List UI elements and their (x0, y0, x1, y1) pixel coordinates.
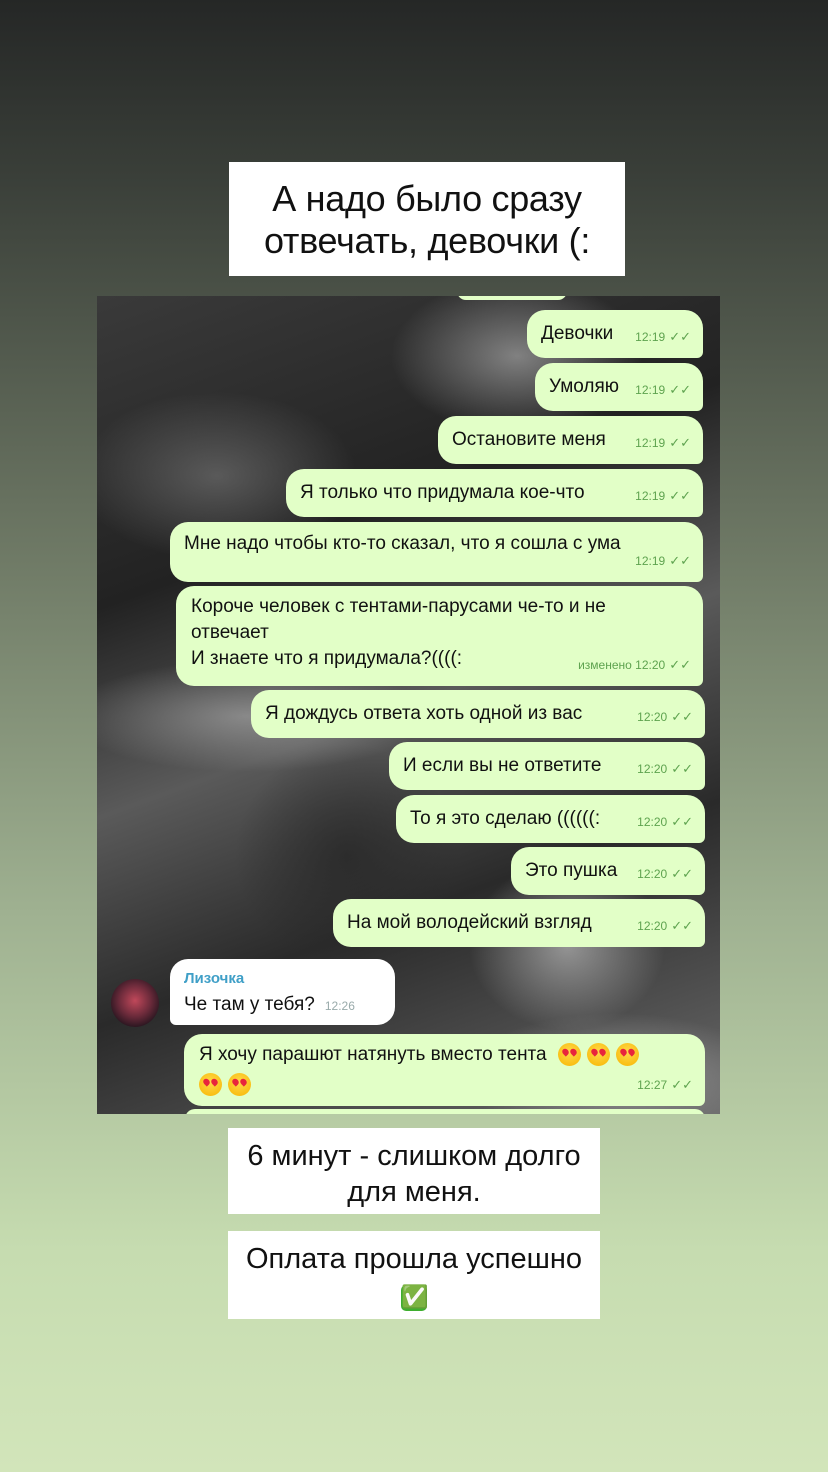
message-bubble[interactable]: Я дождусь ответа хоть одной из вас 12:20… (251, 690, 705, 738)
read-check-icon: ✓✓ (669, 330, 691, 345)
message-meta: 12:20 ✓✓ (637, 704, 693, 731)
message-time: 12:20 (637, 815, 668, 829)
sender-avatar[interactable] (111, 979, 159, 1027)
read-check-icon: ✓✓ (669, 436, 691, 451)
message-text: Остановите меня (452, 429, 606, 450)
message-text: Че там у тебя? (184, 994, 315, 1015)
message-meta: 12:19 ✓✓ (635, 324, 691, 351)
read-check-icon: ✓✓ (669, 554, 691, 569)
incoming-message-bubble[interactable]: Лизочка Че там у тебя? 12:26 (170, 959, 395, 1025)
message-bubble[interactable]: На мой володейский взгляд 12:20 ✓✓ (333, 899, 705, 947)
message-time: 12:20 (637, 919, 668, 933)
message-text: Я только что придумала кое-что (300, 482, 585, 503)
heart-eyes-emoji-icon (586, 1043, 610, 1067)
caption-middle-line-1: 6 минут - слишком долго (247, 1140, 581, 1172)
heart-eyes-emoji-icon (615, 1043, 639, 1067)
read-check-icon: ✓✓ (669, 383, 691, 398)
message-time: 12:20 (637, 710, 668, 724)
check-mark-icon: ✅ (401, 1285, 429, 1312)
caption-top-line-2: отвечать, девочки (: (263, 220, 591, 261)
message-time: 12:19 (635, 383, 666, 397)
message-time: 12:26 (324, 999, 355, 1013)
message-text: Мне надо чтобы кто-то сказал, что я сошл… (184, 533, 621, 554)
edited-label: изменено (578, 658, 632, 672)
read-check-icon: ✓✓ (671, 815, 693, 830)
partial-bubble-top (457, 296, 567, 300)
message-bubble[interactable]: То я это сделаю ((((((: 12:20 ✓✓ (396, 795, 705, 843)
message-bubble[interactable]: Девочки 12:19 ✓✓ (527, 310, 703, 358)
message-time: 12:20 (637, 867, 668, 881)
message-bubble[interactable]: Мне надо чтобы кто-то сказал, что я сошл… (170, 522, 703, 582)
caption-middle-line-2: для меня. (347, 1176, 481, 1208)
message-text: На мой володейский взгляд (347, 912, 592, 933)
message-time: 12:20 (635, 658, 666, 672)
read-check-icon: ✓✓ (671, 762, 693, 777)
message-meta: 12:19 ✓✓ (635, 548, 691, 575)
message-emoji-line (199, 1072, 690, 1098)
message-bubble[interactable]: Я только что придумала кое-что 12:19 ✓✓ (286, 469, 703, 517)
read-check-icon: ✓✓ (671, 1078, 693, 1093)
read-check-icon: ✓✓ (669, 658, 691, 673)
message-meta: 12:19 ✓✓ (635, 377, 691, 404)
message-time: 12:20 (637, 762, 668, 776)
message-text: Я дождусь ответа хоть одной из вас (265, 703, 583, 724)
message-text: Это пушка (525, 860, 618, 881)
message-text-line: отвечает (191, 622, 269, 643)
message-text: То я это сделаю ((((((: (410, 808, 601, 829)
partial-bubble-bottom (185, 1109, 705, 1114)
message-meta: 12:20 ✓✓ (637, 809, 693, 836)
message-time: 12:27 (637, 1078, 668, 1092)
sender-name[interactable]: Лизочка (184, 966, 381, 992)
message-time: 12:19 (635, 436, 666, 450)
read-check-icon: ✓✓ (669, 489, 691, 504)
message-text: И если вы не ответите (403, 755, 602, 776)
caption-bottom-text: Оплата прошла успешно (245, 1243, 583, 1275)
chat-screenshot: Девочки 12:19 ✓✓ Умоляю 12:19 ✓✓ Остановит… (97, 296, 720, 1114)
caption-bottom: Оплата прошла успешно ✅ (228, 1231, 600, 1319)
message-text-line: Я хочу парашют натянуть вместо тента (199, 1042, 690, 1068)
message-meta: 12:20 ✓✓ (637, 861, 693, 888)
message-bubble[interactable]: Я хочу парашют натянуть вместо тента 12:… (184, 1034, 705, 1106)
message-bubble[interactable]: И если вы не ответите 12:20 ✓✓ (389, 742, 705, 790)
message-text: Девочки (541, 323, 614, 344)
message-text: Я хочу парашют натянуть вместо тента (199, 1044, 547, 1065)
message-meta: 12:27 ✓✓ (637, 1072, 693, 1099)
message-text: Умоляю (549, 376, 620, 397)
heart-eyes-emoji-icon (228, 1073, 251, 1097)
read-check-icon: ✓✓ (671, 919, 693, 934)
message-meta: изменено 12:20 ✓✓ (578, 652, 691, 679)
message-text-line: Короче человек с тентами-парусами че-то … (191, 596, 606, 617)
message-bubble[interactable]: Короче человек с тентами-парусами че-то … (176, 586, 703, 686)
heart-eyes-emoji-icon (557, 1043, 581, 1067)
caption-top: А надо было сразу отвечать, девочки (: (229, 162, 625, 276)
message-meta: 12:19 ✓✓ (635, 483, 691, 510)
message-time: 12:19 (635, 330, 666, 344)
message-bubble[interactable]: Это пушка 12:20 ✓✓ (511, 847, 705, 895)
message-meta: 12:20 ✓✓ (637, 913, 693, 940)
message-meta: 12:19 ✓✓ (635, 430, 691, 457)
read-check-icon: ✓✓ (671, 867, 693, 882)
message-time: 12:19 (635, 554, 666, 568)
message-meta: 12:20 ✓✓ (637, 756, 693, 783)
message-bubble[interactable]: Умоляю 12:19 ✓✓ (535, 363, 703, 411)
message-bubble[interactable]: Остановите меня 12:19 ✓✓ (438, 416, 703, 464)
caption-middle: 6 минут - слишком долго для меня. (228, 1128, 600, 1214)
read-check-icon: ✓✓ (671, 710, 693, 725)
caption-top-line-1: А надо было сразу (272, 178, 582, 219)
message-time: 12:19 (635, 489, 666, 503)
heart-eyes-emoji-icon (199, 1073, 222, 1097)
